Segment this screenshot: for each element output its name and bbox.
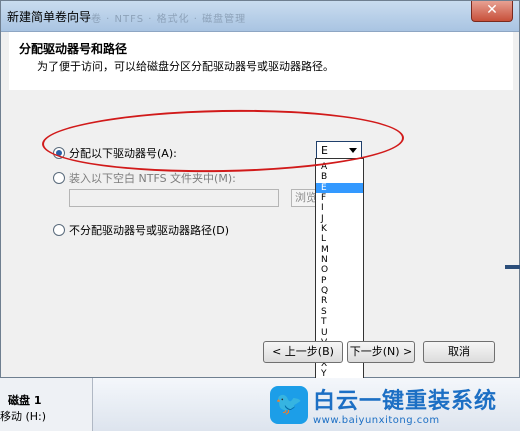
cancel-button[interactable]: 取消 (423, 341, 495, 363)
folder-path-input[interactable] (69, 189, 279, 207)
drive-letter-option[interactable]: K (316, 224, 363, 234)
drive-letter-option[interactable]: U (316, 328, 363, 338)
disk-label: 磁盘 1 (8, 394, 42, 407)
drive-letter-option[interactable]: T (316, 317, 363, 327)
next-button[interactable]: 下一步(N) > (347, 341, 415, 363)
drive-letter-option[interactable]: O (316, 265, 363, 275)
no-assign-radio[interactable] (53, 224, 65, 236)
watermark-text: 白云一键重装系统 www.baiyunxitong.com (313, 383, 497, 426)
wizard-header: 分配驱动器号和路径 为了便于访问，可以给磁盘分区分配驱动器号或驱动器路径。 (9, 32, 513, 91)
close-icon: ✕ (486, 2, 498, 18)
new-simple-volume-wizard: 新建简单卷向导 卷 · NTFS · 格式化 · 磁盘管理 ✕ 分配驱动器号和路… (0, 0, 520, 420)
page-title: 分配驱动器号和路径 (19, 42, 128, 56)
drive-letter-option[interactable]: S (316, 307, 363, 317)
drive-letter-option[interactable]: E (316, 182, 363, 194)
drive-letter-option[interactable]: N (316, 255, 363, 265)
window-title: 新建简单卷向导 (7, 10, 92, 24)
back-button[interactable]: < 上一步(B) (263, 341, 343, 363)
background-title-text: 卷 · NTFS · 格式化 · 磁盘管理 (91, 14, 247, 25)
drive-letter-option[interactable]: M (316, 245, 363, 255)
drive-letter-option[interactable]: B (316, 172, 363, 182)
page-subtitle: 为了便于访问，可以给磁盘分区分配驱动器号或驱动器路径。 (37, 60, 334, 73)
no-assign-option[interactable]: 不分配驱动器号或驱动器路径(D) (53, 222, 229, 238)
no-assign-label: 不分配驱动器号或驱动器路径(D) (69, 224, 230, 237)
mount-folder-label: 装入以下空白 NTFS 文件夹中(M): (69, 172, 236, 185)
drive-letter-option[interactable]: R (316, 296, 363, 306)
watermark-brand: 白云一键重装系统 (313, 389, 498, 414)
drive-letter-option[interactable]: F (316, 193, 363, 203)
mount-folder-radio[interactable] (53, 172, 65, 184)
watermark-url: www.baiyunxitong.com (313, 415, 440, 426)
background-window-edge (505, 265, 520, 269)
volume-label: 移动 (H:) (0, 410, 47, 423)
title-bar: 新建简单卷向导 卷 · NTFS · 格式化 · 磁盘管理 ✕ (1, 1, 519, 32)
drive-letter-option[interactable]: P (316, 276, 363, 286)
drive-letter-option[interactable]: J (316, 214, 363, 224)
drive-letter-option[interactable]: Q (316, 286, 363, 296)
mount-folder-option[interactable]: 装入以下空白 NTFS 文件夹中(M): (53, 170, 236, 186)
bird-icon: 🐦 (270, 385, 308, 424)
drive-letter-option[interactable]: I (316, 203, 363, 213)
close-button[interactable]: ✕ (471, 1, 513, 22)
watermark: 🐦 白云一键重装系统 www.baiyunxitong.com (270, 383, 497, 426)
drive-letter-option[interactable]: L (316, 234, 363, 244)
disk-info-panel[interactable]: 磁盘 1 移动 (H:) (0, 378, 93, 431)
